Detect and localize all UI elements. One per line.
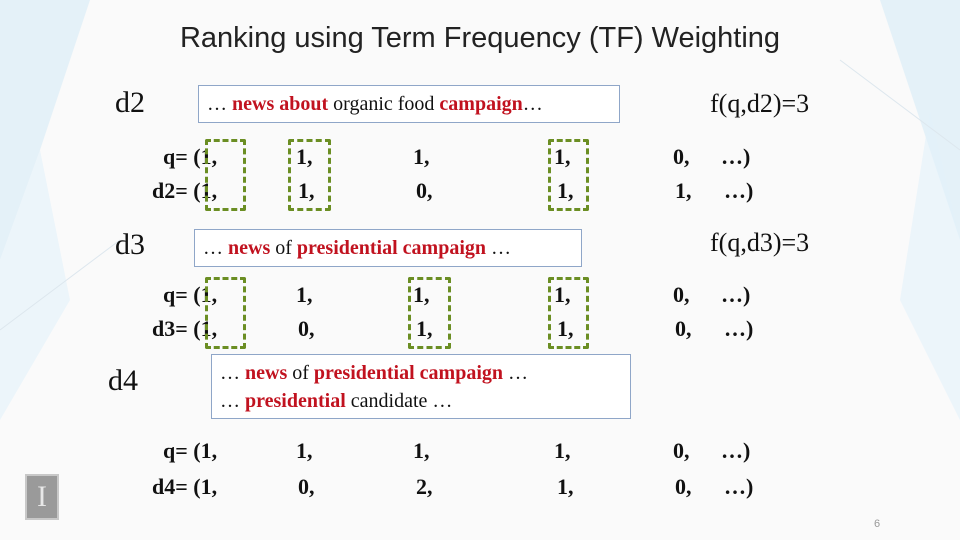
query-vector-row-3: q= (1, 1, 1, 1, 0, …) bbox=[0, 438, 960, 466]
query-vector-row-2: q= (1, 1, 1, 1, 0, …) bbox=[0, 282, 960, 310]
doc-vector-row-d3: d3= (1, 0, 1, 1, 0, …) bbox=[0, 316, 960, 344]
snippet-line: … news about organic food campaign… bbox=[207, 90, 611, 118]
match-box bbox=[408, 277, 451, 349]
vector-cell: 1, bbox=[675, 178, 692, 203]
snippet-text: … bbox=[486, 237, 511, 259]
vector-cell: 0, bbox=[673, 282, 690, 307]
vector-cell: 0, bbox=[673, 438, 690, 463]
vector-cell: …) bbox=[724, 178, 754, 203]
vector-cell: 0, bbox=[673, 144, 690, 169]
doc-label-d3: d3 bbox=[115, 228, 145, 261]
match-box bbox=[548, 277, 589, 349]
snippet-d4: … news of presidential campaign … … pres… bbox=[211, 354, 631, 419]
highlighted-term: presidential campaign bbox=[313, 362, 503, 384]
vector-cell: q= (1, bbox=[163, 438, 218, 463]
vector-cell: …) bbox=[724, 474, 754, 499]
vector-cell: 1, bbox=[413, 144, 430, 169]
vector-cell: …) bbox=[721, 282, 751, 307]
doc-vector-row-d4: d4= (1, 0, 2, 1, 0, …) bbox=[0, 474, 960, 502]
snippet-text: … bbox=[207, 93, 232, 115]
snippet-text: of bbox=[287, 362, 314, 384]
slide-title: Ranking using Term Frequency (TF) Weight… bbox=[179, 22, 781, 54]
vector-cell: 0, bbox=[298, 316, 315, 341]
match-box bbox=[205, 139, 246, 211]
vector-cell: 1, bbox=[557, 474, 574, 499]
doc-label-d2: d2 bbox=[115, 86, 145, 119]
doc-vector-row-d2: d2= (1, 1, 0, 1, 1, …) bbox=[0, 178, 960, 206]
snippet-line: … news of presidential campaign … bbox=[220, 359, 622, 387]
highlighted-term: presidential bbox=[245, 390, 346, 412]
snippet-d3: … news of presidential campaign … bbox=[194, 229, 582, 267]
highlighted-term: news about bbox=[232, 93, 329, 115]
page-number: 6 bbox=[874, 518, 881, 530]
snippet-text: … bbox=[220, 390, 245, 412]
vector-cell: 0, bbox=[416, 178, 433, 203]
match-box bbox=[548, 139, 589, 211]
vector-cell: 1, bbox=[554, 438, 571, 463]
highlighted-term: news bbox=[228, 237, 271, 259]
vector-cell: …) bbox=[721, 438, 751, 463]
vector-cell: 1, bbox=[413, 438, 430, 463]
match-box bbox=[288, 139, 331, 211]
snippet-d2: … news about organic food campaign… bbox=[198, 85, 620, 123]
snippet-text: candidate … bbox=[345, 390, 453, 412]
match-box bbox=[205, 277, 246, 349]
doc-label-d4: d4 bbox=[108, 364, 138, 397]
vector-cell: d4= (1, bbox=[152, 474, 218, 499]
vector-cell: 0, bbox=[675, 316, 692, 341]
snippet-text: … bbox=[203, 237, 228, 259]
university-logo-icon: I bbox=[25, 474, 59, 520]
snippet-text: organic food bbox=[328, 93, 440, 115]
vector-cell: 1, bbox=[296, 282, 313, 307]
vector-cell: 0, bbox=[675, 474, 692, 499]
highlighted-term: presidential campaign bbox=[296, 237, 486, 259]
snippet-text: … bbox=[503, 362, 528, 384]
vector-cell: 0, bbox=[298, 474, 315, 499]
snippet-text: … bbox=[522, 93, 543, 115]
query-vector-row-1: q= (1, 1, 1, 1, 0, …) bbox=[0, 144, 960, 172]
snippet-text: of bbox=[270, 237, 297, 259]
vector-cell: …) bbox=[724, 316, 754, 341]
vector-cell: 1, bbox=[296, 438, 313, 463]
snippet-line: … news of presidential campaign … bbox=[203, 234, 573, 262]
score-d3: f(q,d3)=3 bbox=[710, 228, 810, 257]
snippet-text: … bbox=[220, 362, 245, 384]
snippet-line: … presidential candidate … bbox=[220, 387, 622, 415]
highlighted-term: campaign bbox=[439, 93, 523, 115]
vector-cell: 2, bbox=[416, 474, 433, 499]
vector-cell: …) bbox=[721, 144, 751, 169]
highlighted-term: news bbox=[245, 362, 288, 384]
score-d2: f(q,d2)=3 bbox=[710, 89, 810, 118]
